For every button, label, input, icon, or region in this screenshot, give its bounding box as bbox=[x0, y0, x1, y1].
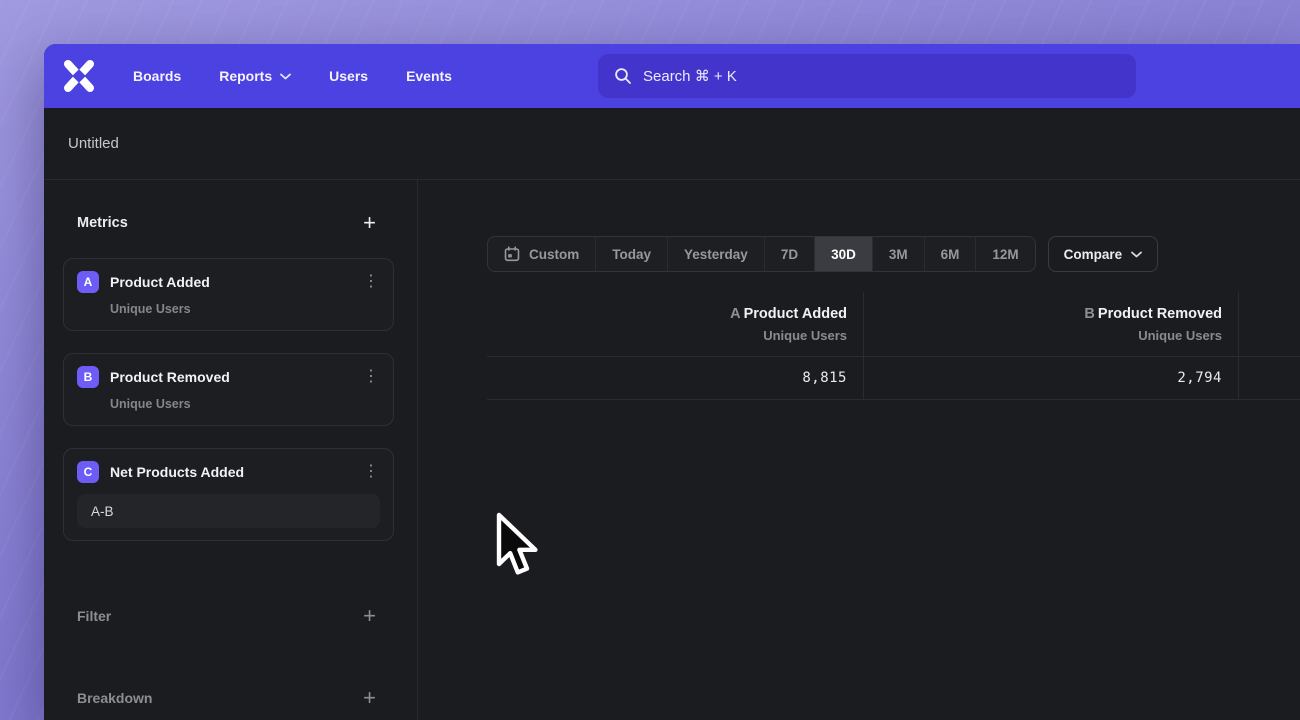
nav-item-label: Reports bbox=[219, 68, 272, 84]
column-header-overflow bbox=[1239, 292, 1300, 357]
metric-card-c[interactable]: C Net Products Added ⋮ A-B bbox=[63, 448, 394, 541]
column-header-a[interactable]: AProduct Added Unique Users bbox=[487, 292, 864, 357]
column-badge: B bbox=[1084, 306, 1094, 322]
nav-item-events[interactable]: Events bbox=[406, 68, 452, 84]
filter-section-header: Filter + bbox=[44, 605, 417, 627]
tab-label: 6M bbox=[941, 247, 960, 262]
metric-badge: A bbox=[77, 271, 99, 293]
metric-measurement[interactable]: Unique Users bbox=[110, 397, 380, 411]
tab-label: Today bbox=[612, 247, 651, 262]
add-breakdown-button[interactable]: + bbox=[363, 687, 376, 709]
nav-item-users[interactable]: Users bbox=[329, 68, 368, 84]
tab-label: 12M bbox=[992, 247, 1018, 262]
tab-label: 7D bbox=[781, 247, 798, 262]
formula-input[interactable]: A-B bbox=[77, 494, 380, 528]
tab-today[interactable]: Today bbox=[595, 237, 667, 271]
value-cell-b[interactable]: 2,794 bbox=[864, 357, 1239, 400]
date-toolbar: Custom Today Yesterday 7D 30D 3M 6M 12M … bbox=[487, 236, 1158, 272]
breakdown-section-header: Breakdown + bbox=[44, 687, 417, 709]
nav-item-label: Events bbox=[406, 68, 452, 84]
tab-3m[interactable]: 3M bbox=[872, 237, 924, 271]
column-title: AProduct Added bbox=[730, 306, 847, 322]
tab-12m[interactable]: 12M bbox=[975, 237, 1034, 271]
results-table: AProduct Added Unique Users BProduct Rem… bbox=[487, 292, 1300, 400]
metric-name: Product Removed bbox=[110, 369, 362, 385]
top-nav: Boards Reports Users Events Search ⌘ + K bbox=[44, 44, 1300, 108]
mixpanel-logo-icon[interactable] bbox=[62, 59, 96, 93]
nav-item-label: Boards bbox=[133, 68, 181, 84]
tab-label: Custom bbox=[529, 247, 579, 262]
date-range-tabs: Custom Today Yesterday 7D 30D 3M 6M 12M bbox=[487, 236, 1036, 272]
metric-badge: C bbox=[77, 461, 99, 483]
column-subtitle: Unique Users bbox=[1138, 328, 1222, 343]
breakdown-label: Breakdown bbox=[77, 690, 152, 706]
kebab-menu-icon[interactable]: ⋮ bbox=[362, 369, 380, 385]
tab-custom[interactable]: Custom bbox=[488, 237, 595, 271]
metric-badge: B bbox=[77, 366, 99, 388]
metric-name: Product Added bbox=[110, 274, 362, 290]
nav-menu: Boards Reports Users Events bbox=[133, 68, 452, 84]
nav-item-reports[interactable]: Reports bbox=[219, 68, 291, 84]
chevron-down-icon bbox=[1131, 251, 1142, 258]
tab-yesterday[interactable]: Yesterday bbox=[667, 237, 764, 271]
metric-card-b[interactable]: B Product Removed ⋮ Unique Users bbox=[63, 353, 394, 426]
search-icon bbox=[614, 67, 632, 85]
tab-30d[interactable]: 30D bbox=[814, 237, 872, 271]
value-cell-a[interactable]: 8,815 bbox=[487, 357, 864, 400]
column-header-b[interactable]: BProduct Removed Unique Users bbox=[864, 292, 1239, 357]
nav-item-label: Users bbox=[329, 68, 368, 84]
metric-card-a[interactable]: A Product Added ⋮ Unique Users bbox=[63, 258, 394, 331]
calendar-icon bbox=[504, 246, 520, 262]
tab-7d[interactable]: 7D bbox=[764, 237, 814, 271]
filter-label: Filter bbox=[77, 608, 111, 624]
kebab-menu-icon[interactable]: ⋮ bbox=[362, 274, 380, 290]
column-title: BProduct Removed bbox=[1084, 306, 1222, 322]
column-subtitle: Unique Users bbox=[763, 328, 847, 343]
tab-label: 30D bbox=[831, 247, 856, 262]
add-filter-button[interactable]: + bbox=[363, 605, 376, 627]
compare-label: Compare bbox=[1064, 247, 1123, 262]
tab-6m[interactable]: 6M bbox=[924, 237, 976, 271]
kebab-menu-icon[interactable]: ⋮ bbox=[362, 464, 380, 480]
search-placeholder: Search ⌘ + K bbox=[643, 67, 737, 85]
search-input[interactable]: Search ⌘ + K bbox=[598, 54, 1136, 98]
tab-label: 3M bbox=[889, 247, 908, 262]
metric-measurement[interactable]: Unique Users bbox=[110, 302, 380, 316]
report-header: Untitled bbox=[44, 108, 1300, 180]
compare-button[interactable]: Compare bbox=[1048, 236, 1159, 272]
query-sidebar: Metrics + A Product Added ⋮ Unique Users… bbox=[44, 180, 418, 720]
value-cell-overflow bbox=[1239, 357, 1300, 400]
chevron-down-icon bbox=[280, 73, 291, 80]
main-content: Custom Today Yesterday 7D 30D 3M 6M 12M … bbox=[418, 180, 1300, 720]
report-title[interactable]: Untitled bbox=[68, 135, 119, 152]
metrics-section-header: Metrics + bbox=[44, 212, 417, 234]
metric-name: Net Products Added bbox=[110, 464, 362, 480]
add-metric-button[interactable]: + bbox=[363, 212, 376, 234]
app-window: Boards Reports Users Events Search ⌘ + K bbox=[44, 44, 1300, 720]
column-badge: A bbox=[730, 306, 740, 322]
nav-item-boards[interactable]: Boards bbox=[133, 68, 181, 84]
metrics-label: Metrics bbox=[77, 215, 128, 231]
tab-label: Yesterday bbox=[684, 247, 748, 262]
